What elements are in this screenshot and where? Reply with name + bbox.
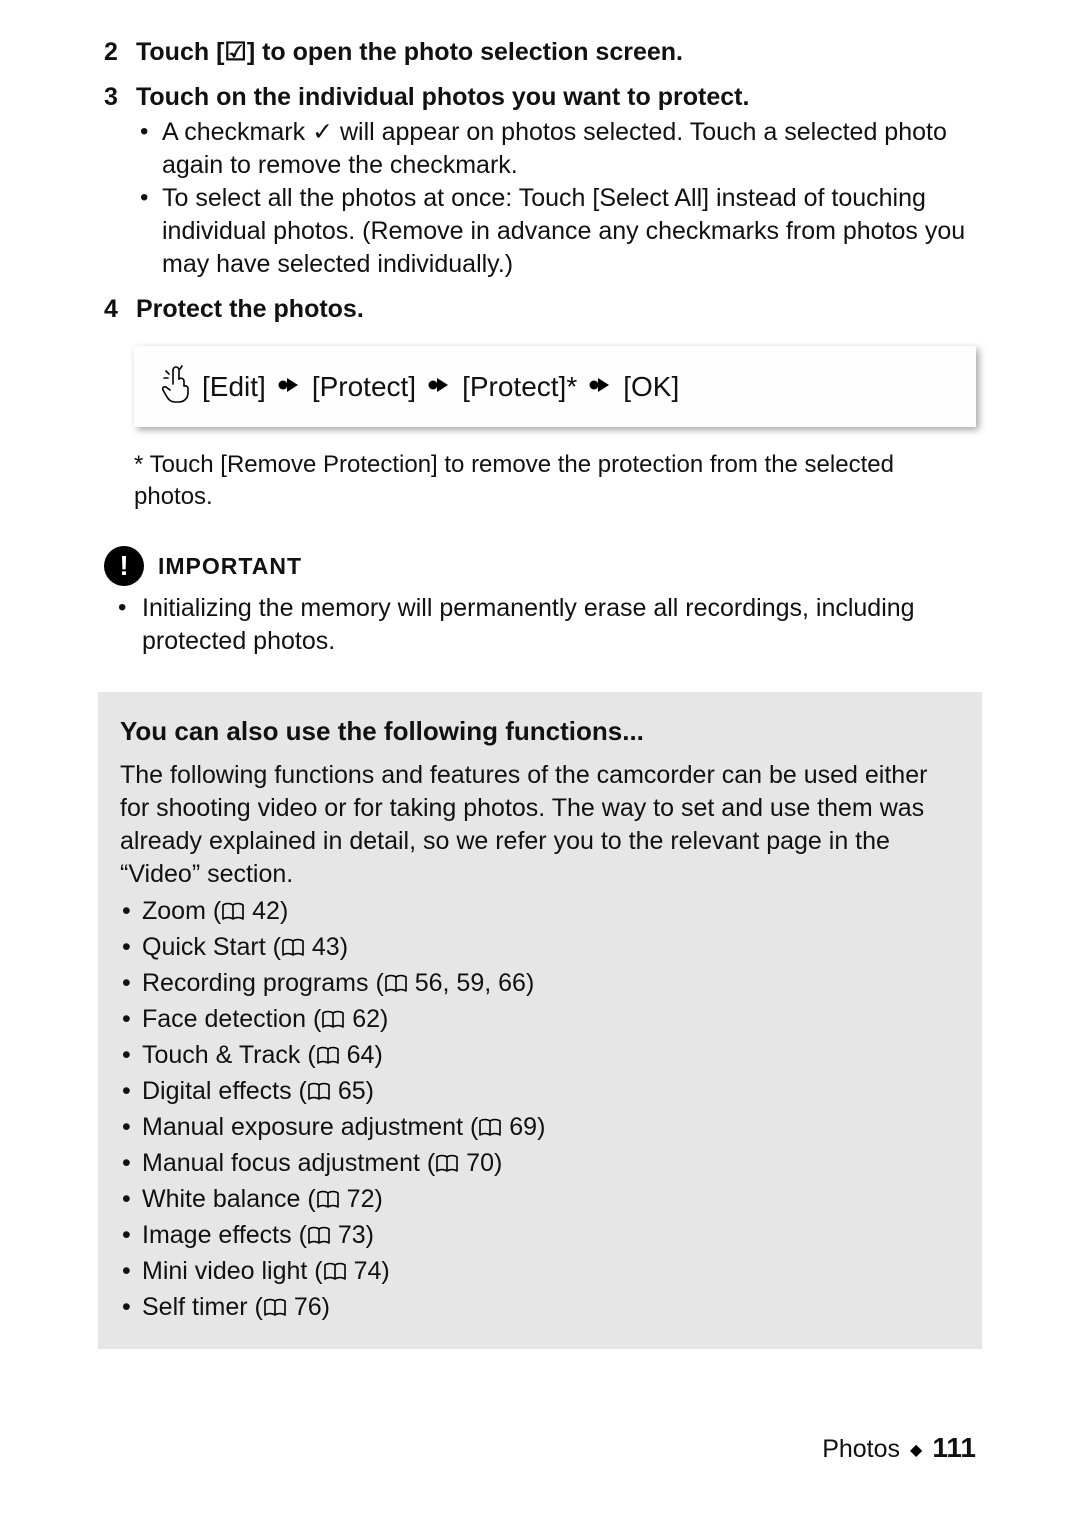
- panel-body: The following functions and features of …: [120, 759, 962, 891]
- item-pages: 65: [338, 1077, 366, 1105]
- book-icon: [435, 1150, 459, 1183]
- footer-section: Photos: [822, 1433, 900, 1466]
- item-pages: 73: [338, 1221, 366, 1249]
- book-icon: [321, 1006, 345, 1039]
- panel-list-item: Zoom ( 42): [120, 895, 962, 931]
- panel-list-item: Mini video light ( 74): [120, 1255, 962, 1291]
- book-icon: [307, 1222, 331, 1255]
- important-label: IMPORTANT: [158, 551, 302, 581]
- item-name: Manual focus adjustment: [142, 1149, 420, 1177]
- checkmark-icon: ✓: [312, 118, 333, 146]
- book-icon: [221, 898, 245, 931]
- step-heading: Protect the photos.: [136, 293, 976, 326]
- item-name: Image effects: [142, 1221, 292, 1249]
- item-name: Touch & Track: [142, 1041, 300, 1069]
- text: ] to open the photo selection screen.: [247, 38, 683, 66]
- exclamation-icon: !: [104, 546, 144, 586]
- important-item: Initializing the memory will permanently…: [104, 592, 976, 658]
- path-segment: [Edit]: [202, 373, 266, 401]
- diamond-icon: ◆: [910, 1440, 922, 1461]
- item-pages: 72: [347, 1185, 375, 1213]
- step-body: Protect the photos.: [136, 293, 976, 326]
- book-icon: [281, 934, 305, 967]
- book-icon: [323, 1258, 347, 1291]
- related-functions-panel: You can also use the following functions…: [98, 692, 982, 1348]
- panel-title: You can also use the following functions…: [120, 714, 962, 748]
- item-name: White balance: [142, 1185, 300, 1213]
- book-icon: [384, 970, 408, 1003]
- item-name: Digital effects: [142, 1077, 292, 1105]
- item-name: Zoom: [142, 897, 206, 925]
- book-icon: [307, 1078, 331, 1111]
- bullet-item: A checkmark ✓ will appear on photos sele…: [136, 116, 976, 182]
- chevron-right-icon: [428, 373, 450, 401]
- step-bullets: A checkmark ✓ will appear on photos sele…: [136, 116, 976, 281]
- step-number: 3: [104, 81, 136, 281]
- path-segment: [OK]: [623, 373, 679, 401]
- chevron-right-icon: [278, 373, 300, 401]
- item-pages: 56, 59, 66: [415, 969, 526, 997]
- panel-list-item: Self timer ( 76): [120, 1291, 962, 1327]
- text: Touch [: [136, 38, 224, 66]
- panel-list-item: Manual focus adjustment ( 70): [120, 1147, 962, 1183]
- item-name: Face detection: [142, 1005, 306, 1033]
- panel-list: Zoom ( 42)Quick Start ( 43)Recording pro…: [120, 895, 962, 1327]
- step-4: 4 Protect the photos.: [104, 293, 976, 326]
- important-list: Initializing the memory will permanently…: [104, 592, 976, 658]
- panel-list-item: Quick Start ( 43): [120, 931, 962, 967]
- manual-page: 2 Touch [☑] to open the photo selection …: [0, 0, 1080, 1521]
- text: A checkmark: [162, 118, 312, 146]
- item-pages: 76: [294, 1293, 322, 1321]
- page-footer: Photos ◆ 111: [822, 1430, 976, 1467]
- book-icon: [316, 1042, 340, 1075]
- panel-list-item: Manual exposure adjustment ( 69): [120, 1111, 962, 1147]
- item-pages: 70: [466, 1149, 494, 1177]
- item-name: Quick Start: [142, 933, 266, 961]
- touch-path-box: [Edit] [Protect] [Protect]* [OK]: [134, 346, 976, 427]
- page-number: 111: [932, 1430, 976, 1467]
- item-pages: 42: [252, 897, 280, 925]
- item-name: Mini video light: [142, 1257, 307, 1285]
- item-pages: 62: [352, 1005, 380, 1033]
- item-name: Self timer: [142, 1293, 248, 1321]
- step-number: 4: [104, 293, 136, 326]
- footnote: * Touch [Remove Protection] to remove th…: [104, 449, 976, 512]
- item-pages: 69: [509, 1113, 537, 1141]
- path-segment: [Protect]*: [462, 373, 577, 401]
- item-name: Manual exposure adjustment: [142, 1113, 463, 1141]
- step-2: 2 Touch [☑] to open the photo selection …: [104, 36, 976, 69]
- item-pages: 74: [354, 1257, 382, 1285]
- book-icon: [478, 1114, 502, 1147]
- panel-list-item: Image effects ( 73): [120, 1219, 962, 1255]
- select-icon: ☑: [224, 38, 246, 66]
- panel-list-item: Face detection ( 62): [120, 1003, 962, 1039]
- step-heading: Touch on the individual photos you want …: [136, 81, 976, 114]
- item-pages: 43: [312, 933, 340, 961]
- panel-list-item: Touch & Track ( 64): [120, 1039, 962, 1075]
- panel-list-item: Digital effects ( 65): [120, 1075, 962, 1111]
- bullet-item: To select all the photos at once: Touch …: [136, 182, 976, 281]
- item-name: Recording programs: [142, 969, 369, 997]
- step-body: Touch [☑] to open the photo selection sc…: [136, 36, 976, 69]
- panel-list-item: White balance ( 72): [120, 1183, 962, 1219]
- important-heading: ! IMPORTANT: [104, 546, 976, 586]
- book-icon: [263, 1294, 287, 1327]
- step-heading: Touch [☑] to open the photo selection sc…: [136, 38, 683, 66]
- item-pages: 64: [347, 1041, 375, 1069]
- path-segment: [Protect]: [312, 373, 416, 401]
- panel-list-item: Recording programs ( 56, 59, 66): [120, 967, 962, 1003]
- touch-icon: [162, 364, 190, 409]
- chevron-right-icon: [589, 373, 611, 401]
- step-body: Touch on the individual photos you want …: [136, 81, 976, 281]
- step-number: 2: [104, 36, 136, 69]
- step-3: 3 Touch on the individual photos you wan…: [104, 81, 976, 281]
- book-icon: [316, 1186, 340, 1219]
